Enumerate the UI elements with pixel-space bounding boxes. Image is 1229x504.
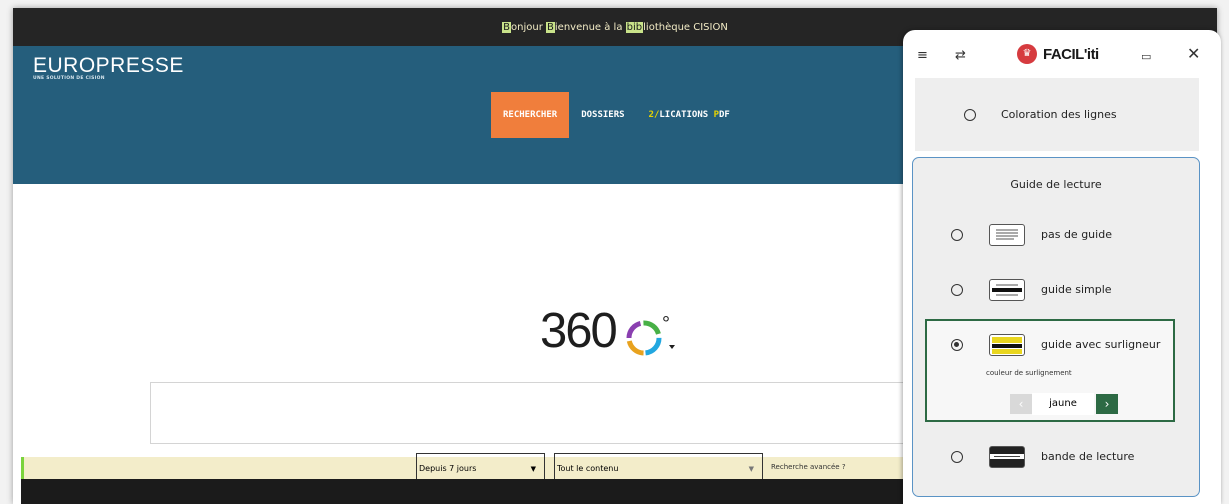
option-label-reading-band: bande de lecture [1041,450,1135,463]
logo-tagline: UNE SOLUTION DE CISION [33,76,105,81]
swap-icon[interactable]: ⇄ [955,48,966,63]
logo-360-degree: ° [662,316,670,335]
close-icon[interactable]: ✕ [1187,44,1200,63]
welcome-highlight: B [546,22,555,33]
europresse-logo[interactable]: EUROPRESSE [33,54,184,78]
option-radio-reading-band[interactable] [951,451,963,463]
highlighter-guide-icon [989,334,1025,356]
option-label-highlighter-guide: guide avec surligneur [1041,338,1161,351]
highlight-color-label: couleur de surlignement [986,369,1072,377]
welcome-text: liothèque CISION [643,22,728,33]
reading-guide-title: Guide de lecture [1010,178,1102,191]
color-stepper: ‹ jaune › [1010,393,1118,415]
option-label-no-guide: pas de guide [1041,228,1112,241]
logo-360-number: 360 [540,304,618,358]
no-guide-icon [989,224,1025,246]
nav-publications-label-end: DF [719,110,730,120]
period-select-value: Depuis 7 jours [419,464,477,473]
option-radio-no-guide[interactable] [951,229,963,241]
faciliti-title: FACIL'iti [1043,45,1099,63]
crown-icon: ♛ [1017,44,1037,64]
results-bar [21,479,921,504]
nav-dossiers[interactable]: DOSSIERS [569,92,636,138]
welcome-text: onjour [511,22,547,33]
line-coloring-section: Coloration des lignes [915,78,1199,151]
content-select-value: Tout le contenu [557,464,619,473]
faciliti-panel: ≡ ⇄ ♛ FACIL'iti ▭ ✕ Coloration des ligne… [903,30,1221,504]
nav-publications-label: LICATIONS [659,110,714,120]
color-value: jaune [1032,393,1094,415]
advanced-search-link[interactable]: Recherche avancée ? [771,463,846,471]
search-input[interactable] [150,382,932,444]
menu-icon[interactable]: ≡ [917,48,928,63]
line-coloring-label: Coloration des lignes [1001,108,1117,121]
nav-rechercher[interactable]: RECHERCHER [491,92,570,138]
nav-highlight: 2/ [648,110,660,120]
welcome-highlight: B [502,22,512,33]
chevron-left-icon[interactable]: ‹ [1010,394,1032,414]
simple-guide-icon [989,279,1025,301]
reading-guide-section: Guide de lecture pas de guide guide simp… [912,157,1200,497]
line-coloring-radio[interactable] [964,109,976,121]
option-radio-highlighter-guide[interactable] [951,339,963,351]
help-circle-icon: ? [841,463,846,471]
faciliti-brand: ♛ FACIL'iti [1017,44,1099,64]
reading-band-icon [989,446,1025,468]
option-label-simple-guide: guide simple [1041,283,1112,296]
nav-publications[interactable]: 2/LICATIONS PDF [637,92,742,138]
option-radio-simple-guide[interactable] [951,284,963,296]
advanced-search-label: Recherche avancée [771,463,840,471]
chevron-right-icon[interactable]: › [1096,394,1118,414]
welcome-text: ienvenue à la [554,22,626,33]
welcome-highlight: bib [625,22,644,33]
main-nav: RECHERCHER DOSSIERS 2/LICATIONS PDF [491,92,742,138]
filter-bar: Depuis 7 jours ▼ Tout le contenu ▼ Reche… [21,453,921,485]
panel-toolbar: ≡ ⇄ ♛ FACIL'iti ▭ ✕ [903,30,1221,78]
logo-360-ring: ° [626,316,675,356]
screen-icon[interactable]: ▭ [1141,50,1151,63]
